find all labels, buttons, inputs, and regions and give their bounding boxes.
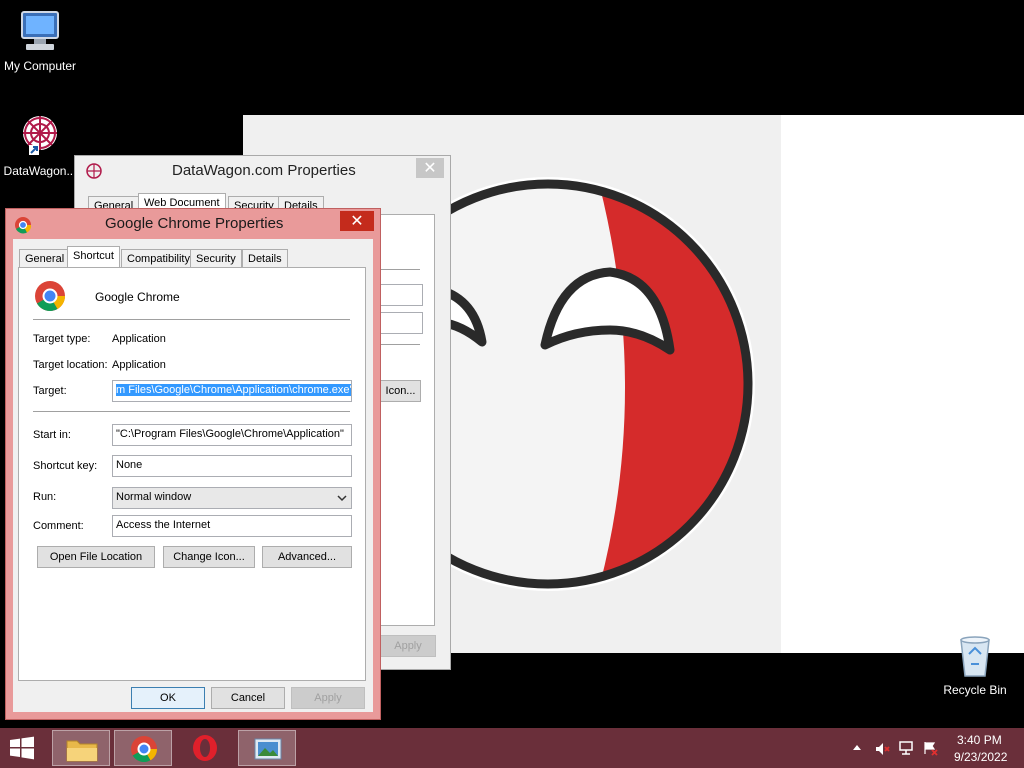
change-icon-button[interactable]: Icon... [380, 380, 421, 402]
window-title: Google Chrome Properties [105, 215, 284, 232]
close-button[interactable]: ✕ [340, 211, 374, 231]
desktop-icon-label: DataWagon... [3, 164, 77, 178]
clock-date[interactable]: 9/23/2022 [954, 750, 1007, 764]
action-center-icon[interactable] [922, 740, 938, 756]
shortcut-key-label: Shortcut key: [33, 460, 98, 472]
network-icon[interactable] [898, 740, 914, 756]
target-input[interactable]: m Files\Google\Chrome\Application\chrome… [112, 380, 352, 402]
computer-icon [21, 11, 59, 50]
target-location-value: Application [112, 359, 166, 371]
datawagon-logo-icon [23, 116, 57, 155]
folder-icon [66, 740, 98, 762]
taskbar: 3:40 PM 9/23/2022 [0, 728, 1024, 768]
tab-shortcut[interactable]: Shortcut [67, 246, 120, 268]
start-button[interactable] [6, 734, 38, 762]
desktop-icon-label: My Computer [3, 59, 77, 73]
tab-general[interactable]: General [19, 249, 71, 268]
windows-logo-icon [10, 736, 34, 760]
chrome-small-icon [15, 217, 32, 234]
apply-button[interactable]: Apply [291, 687, 365, 709]
comment-label: Comment: [33, 520, 84, 532]
titlebar[interactable]: DataWagon.com Properties ✕ [75, 156, 450, 186]
tab-security[interactable]: Security [190, 249, 242, 268]
comment-input[interactable]: Access the Internet [112, 515, 352, 537]
run-selected-value: Normal window [116, 491, 192, 503]
opera-icon [193, 735, 217, 761]
separator [380, 269, 420, 270]
target-type-value: Application [112, 333, 166, 345]
window-title: DataWagon.com Properties [172, 162, 356, 179]
shortcut-key-input[interactable]: None [112, 455, 352, 477]
cancel-button[interactable]: Cancel [211, 687, 285, 709]
chrome-icon [35, 281, 65, 312]
open-file-location-button[interactable]: Open File Location [37, 546, 155, 568]
recycle-bin-icon [960, 636, 990, 677]
close-icon: ✕ [350, 211, 364, 230]
show-hidden-icons-icon[interactable] [852, 743, 862, 751]
shortcut-key-field[interactable] [380, 312, 423, 334]
run-select[interactable]: Normal window [112, 487, 352, 509]
volume-muted-icon[interactable] [874, 741, 890, 757]
chrome-properties-window[interactable]: Google Chrome Properties ✕ General Short… [5, 208, 381, 720]
taskbar-chrome[interactable] [114, 730, 172, 766]
chrome-icon [131, 736, 158, 763]
clock-time[interactable]: 3:40 PM [957, 733, 1002, 747]
app-name: Google Chrome [95, 290, 180, 304]
run-label: Run: [33, 491, 57, 503]
taskbar-photos[interactable] [238, 730, 296, 766]
start-in-input[interactable]: "C:\Program Files\Google\Chrome\Applicat… [112, 424, 352, 446]
desktop-icon-label: Recycle Bin [943, 683, 1007, 697]
advanced-button[interactable]: Advanced... [262, 546, 352, 568]
target-label: Target: [33, 385, 67, 397]
close-button[interactable]: ✕ [416, 158, 444, 178]
chevron-down-icon [337, 495, 347, 502]
target-text: m Files\Google\Chrome\Application\chrome… [116, 384, 352, 396]
picture-icon [254, 738, 282, 760]
url-field[interactable] [380, 284, 423, 306]
titlebar[interactable]: Google Chrome Properties ✕ [6, 209, 380, 239]
change-icon-button[interactable]: Change Icon... [163, 546, 255, 568]
separator [33, 319, 350, 320]
apply-button[interactable]: Apply [380, 635, 436, 657]
target-type-label: Target type: [33, 333, 91, 345]
tab-compatibility[interactable]: Compatibility [121, 249, 196, 268]
target-location-label: Target location: [33, 359, 108, 371]
separator [380, 344, 420, 345]
desktop-icon-my-computer[interactable]: My Computer [0, 8, 80, 73]
datawagon-small-icon [86, 163, 102, 179]
close-icon: ✕ [423, 158, 437, 177]
ok-button[interactable]: OK [131, 687, 205, 709]
separator [33, 411, 350, 412]
desktop-icon-datawagon[interactable]: DataWagon... [0, 113, 80, 178]
taskbar-opera[interactable] [176, 730, 234, 766]
desktop-icon-recycle-bin[interactable]: Recycle Bin [935, 632, 1015, 697]
window-client-area: General Shortcut Compatibility Security … [13, 239, 373, 712]
taskbar-file-explorer[interactable] [52, 730, 110, 766]
start-in-label: Start in: [33, 429, 71, 441]
tab-details[interactable]: Details [242, 249, 288, 268]
